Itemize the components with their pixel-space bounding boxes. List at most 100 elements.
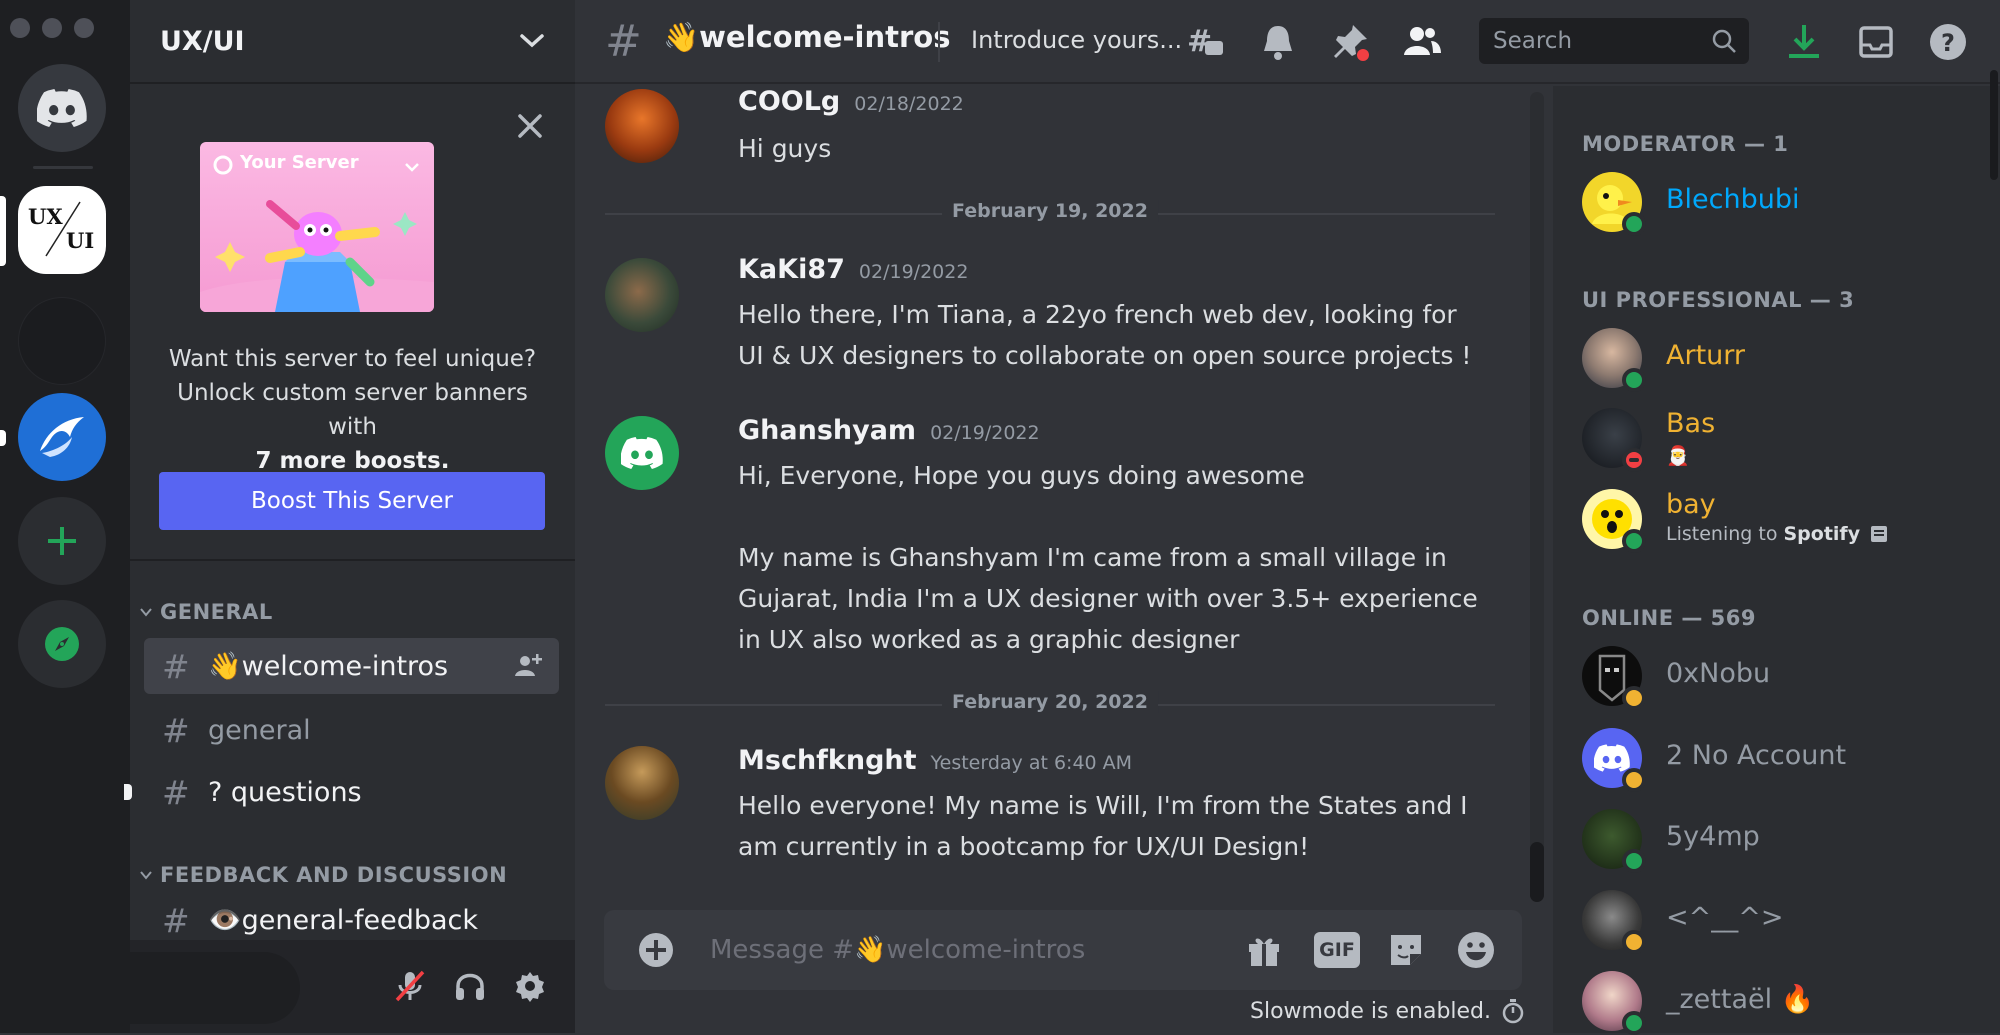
bell-icon[interactable] [1257, 21, 1299, 63]
stopwatch-icon [1502, 999, 1524, 1024]
channel-label: general [208, 714, 311, 746]
member-item[interactable]: bay Listening to Spotify [1582, 489, 1982, 553]
unread-server-indicator [0, 430, 6, 446]
boost-promo-text: Want this server to feel unique? Unlock … [150, 342, 555, 478]
member-activity: Listening to Spotify [1666, 523, 1888, 545]
channel-topic[interactable]: Introduce yours... [971, 26, 1182, 54]
message-scrollbar-track[interactable] [1530, 92, 1544, 902]
discord-logo-icon [621, 437, 663, 469]
rail-separator [33, 166, 93, 169]
online-status-icon [1622, 212, 1646, 236]
boost-server-button[interactable]: Boost This Server [159, 472, 545, 530]
emoji-icon[interactable] [1456, 930, 1496, 970]
category-general[interactable]: GENERAL [140, 600, 273, 624]
online-status-icon [1622, 368, 1646, 392]
inbox-icon[interactable] [1855, 21, 1897, 63]
explore-servers-button[interactable] [18, 600, 106, 688]
author-name[interactable]: Ghanshyam [738, 415, 916, 446]
message-input[interactable] [708, 928, 1188, 972]
channel-label: ? questions [208, 776, 362, 808]
gif-button[interactable]: GIF [1314, 932, 1360, 968]
avatar[interactable] [605, 746, 679, 820]
chevron-down-icon [520, 34, 544, 48]
server-icon-uxui[interactable]: UX UI [18, 186, 106, 274]
upload-plus-icon[interactable] [636, 930, 676, 970]
member-item[interactable]: Arturr [1582, 328, 1982, 392]
avatar[interactable] [605, 416, 679, 490]
close-window-button[interactable] [10, 18, 30, 38]
channel-header: # 👋welcome-intros Introduce yours... # S… [575, 0, 2000, 84]
message-line: Gujarat, India I'm a UX designer with ov… [738, 584, 1478, 613]
author-name[interactable]: Mschfknght [738, 745, 917, 776]
category-label: FEEDBACK AND DISCUSSION [160, 863, 508, 887]
help-icon[interactable]: ? [1927, 21, 1969, 63]
member-list-scrollbar[interactable] [1990, 70, 1998, 180]
idle-status-icon [1622, 686, 1646, 710]
boost-text-line2: Unlock custom server banners with [177, 380, 528, 440]
channel-general-feedback[interactable]: # 👁️general-feedback [144, 900, 559, 940]
close-icon[interactable] [512, 108, 548, 144]
message-line: Hi, Everyone, Hope you guys doing awesom… [738, 461, 1305, 490]
member-name: 0xNobu [1666, 658, 1771, 689]
message-header: Mschfknght Yesterday at 6:40 AM [738, 745, 1132, 776]
channel-welcome-intros[interactable]: # 👋welcome-intros [144, 638, 559, 694]
server-header[interactable]: UX/UI [130, 0, 575, 84]
minimize-window-button[interactable] [42, 18, 62, 38]
message-line: Hi guys [738, 134, 832, 163]
message-text: Hi guys [738, 128, 1558, 169]
channel-general[interactable]: # general [144, 702, 559, 758]
activity-card-icon [1871, 526, 1888, 542]
download-icon[interactable] [1783, 21, 1825, 63]
hash-icon: # [162, 646, 190, 686]
sticker-icon[interactable] [1386, 930, 1426, 970]
home-button[interactable] [18, 64, 106, 152]
server-icon-dark[interactable] [18, 297, 106, 385]
member-item[interactable]: _zettaël 🔥 [1582, 971, 1982, 1035]
date-divider: February 19, 2022 [605, 200, 1495, 222]
author-name[interactable]: COOLg [738, 86, 840, 117]
online-status-icon [1622, 1011, 1646, 1035]
gift-icon[interactable] [1244, 930, 1284, 970]
microphone-muted-icon[interactable] [392, 968, 428, 1004]
chevron-down-icon [140, 608, 152, 617]
uxui-logo-icon: UX UI [28, 201, 94, 257]
bird-icon [40, 417, 84, 457]
search-box[interactable] [1479, 18, 1749, 64]
user-panel [130, 940, 575, 1033]
member-item[interactable]: Bas 🎅 [1582, 408, 1982, 472]
date-divider: February 20, 2022 [605, 691, 1495, 713]
boost-promo-card: Your Server Want this server to feel uni… [130, 86, 575, 561]
message-timestamp: 02/19/2022 [930, 422, 1040, 444]
member-item[interactable]: Blechbubi [1582, 172, 1982, 236]
category-feedback[interactable]: FEEDBACK AND DISCUSSION [140, 863, 507, 887]
member-list-icon[interactable] [1401, 21, 1443, 63]
chevron-down-icon [405, 163, 419, 172]
member-custom-status: 🎅 [1666, 445, 1690, 467]
member-name: 5y4mp [1666, 821, 1760, 852]
member-item[interactable]: <^__^> [1582, 890, 1982, 954]
dnd-status-icon [1622, 448, 1646, 472]
add-member-icon[interactable] [513, 652, 543, 680]
message-line [738, 496, 1558, 537]
threads-icon[interactable]: # [1185, 21, 1227, 63]
gear-icon[interactable] [512, 968, 548, 1004]
headphones-icon[interactable] [452, 968, 488, 1004]
user-account-area[interactable] [130, 952, 300, 1024]
channel-questions[interactable]: # ? questions [124, 764, 559, 820]
maximize-window-button[interactable] [74, 18, 94, 38]
message-line: UI & UX designers to collaborate on open… [738, 341, 1472, 370]
author-name[interactable]: KaKi87 [738, 254, 845, 285]
member-item[interactable]: 0xNobu [1582, 646, 1982, 710]
server-icon-bird[interactable] [18, 393, 106, 481]
avatar[interactable] [605, 258, 679, 332]
message-scrollbar-thumb[interactable] [1530, 842, 1544, 902]
member-item[interactable]: 2 No Account [1582, 728, 1982, 792]
pin-icon[interactable] [1329, 21, 1371, 63]
uxui-logo-text-bottom: UI [66, 228, 94, 253]
uxui-logo-text-top: UX [28, 204, 63, 229]
compass-icon [45, 627, 79, 661]
member-item[interactable]: 5y4mp [1582, 809, 1982, 873]
add-server-button[interactable] [18, 497, 106, 585]
search-input[interactable] [1491, 27, 1691, 55]
avatar[interactable] [605, 89, 679, 163]
